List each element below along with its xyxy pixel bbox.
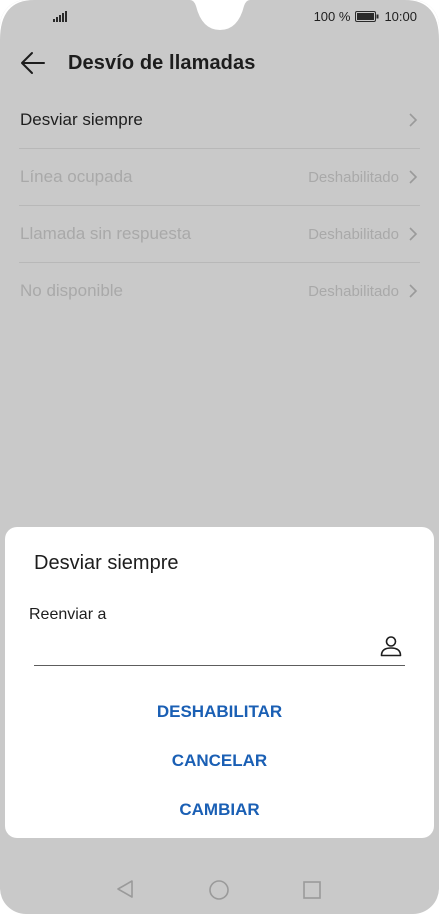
setting-label: Llamada sin respuesta <box>20 224 192 243</box>
settings-list: Desviar siempre Línea ocupada Deshabilit… <box>0 92 439 320</box>
chevron-right-icon <box>409 170 418 184</box>
setting-status: Deshabilitado <box>308 226 399 243</box>
setting-label: Línea ocupada <box>20 167 133 186</box>
status-right: 100 % 10:00 <box>314 9 417 24</box>
dialog-title: Desviar siempre <box>34 552 179 574</box>
status-bar: 100 % 10:00 <box>0 0 439 34</box>
navigation-bar <box>0 862 439 914</box>
setting-label: No disponible <box>20 281 124 300</box>
nav-back-icon[interactable] <box>115 879 135 899</box>
phone-screen: 100 % 10:00 Desvío de llamadas Desviar s… <box>0 0 439 914</box>
nav-home-icon[interactable] <box>208 879 230 901</box>
contact-icon[interactable] <box>379 634 403 658</box>
chevron-right-icon <box>409 227 418 241</box>
setting-status: Deshabilitado <box>308 283 399 300</box>
chevron-right-icon <box>409 284 418 298</box>
app-bar: Desvío de llamadas <box>0 34 439 92</box>
disable-button[interactable]: DESHABILITAR <box>5 702 434 722</box>
forward-to-label: Reenviar a <box>29 606 107 623</box>
setting-row-busy[interactable]: Línea ocupada Deshabilitado <box>19 149 420 206</box>
setting-label: Desviar siempre <box>20 110 143 129</box>
chevron-right-icon <box>409 113 418 127</box>
cancel-button[interactable]: CANCELAR <box>5 751 434 771</box>
page-title: Desvío de llamadas <box>68 52 256 74</box>
setting-status: Deshabilitado <box>308 169 399 186</box>
forward-dialog: Desviar siempre Reenviar a DESHABILITAR … <box>5 527 434 838</box>
setting-row-always[interactable]: Desviar siempre <box>19 92 420 149</box>
battery-percent: 100 % <box>313 9 351 24</box>
back-arrow-icon[interactable] <box>20 51 46 75</box>
nav-recent-icon[interactable] <box>303 881 321 899</box>
battery-icon <box>355 11 379 22</box>
setting-row-unavailable[interactable]: No disponible Deshabilitado <box>19 263 420 320</box>
forward-number-input[interactable] <box>34 633 364 661</box>
forward-number-field <box>34 627 405 666</box>
change-button[interactable]: CAMBIAR <box>5 800 434 820</box>
signal-icon <box>53 11 67 22</box>
clock-time: 10:00 <box>384 9 417 24</box>
setting-row-no-answer[interactable]: Llamada sin respuesta Deshabilitado <box>19 206 420 263</box>
